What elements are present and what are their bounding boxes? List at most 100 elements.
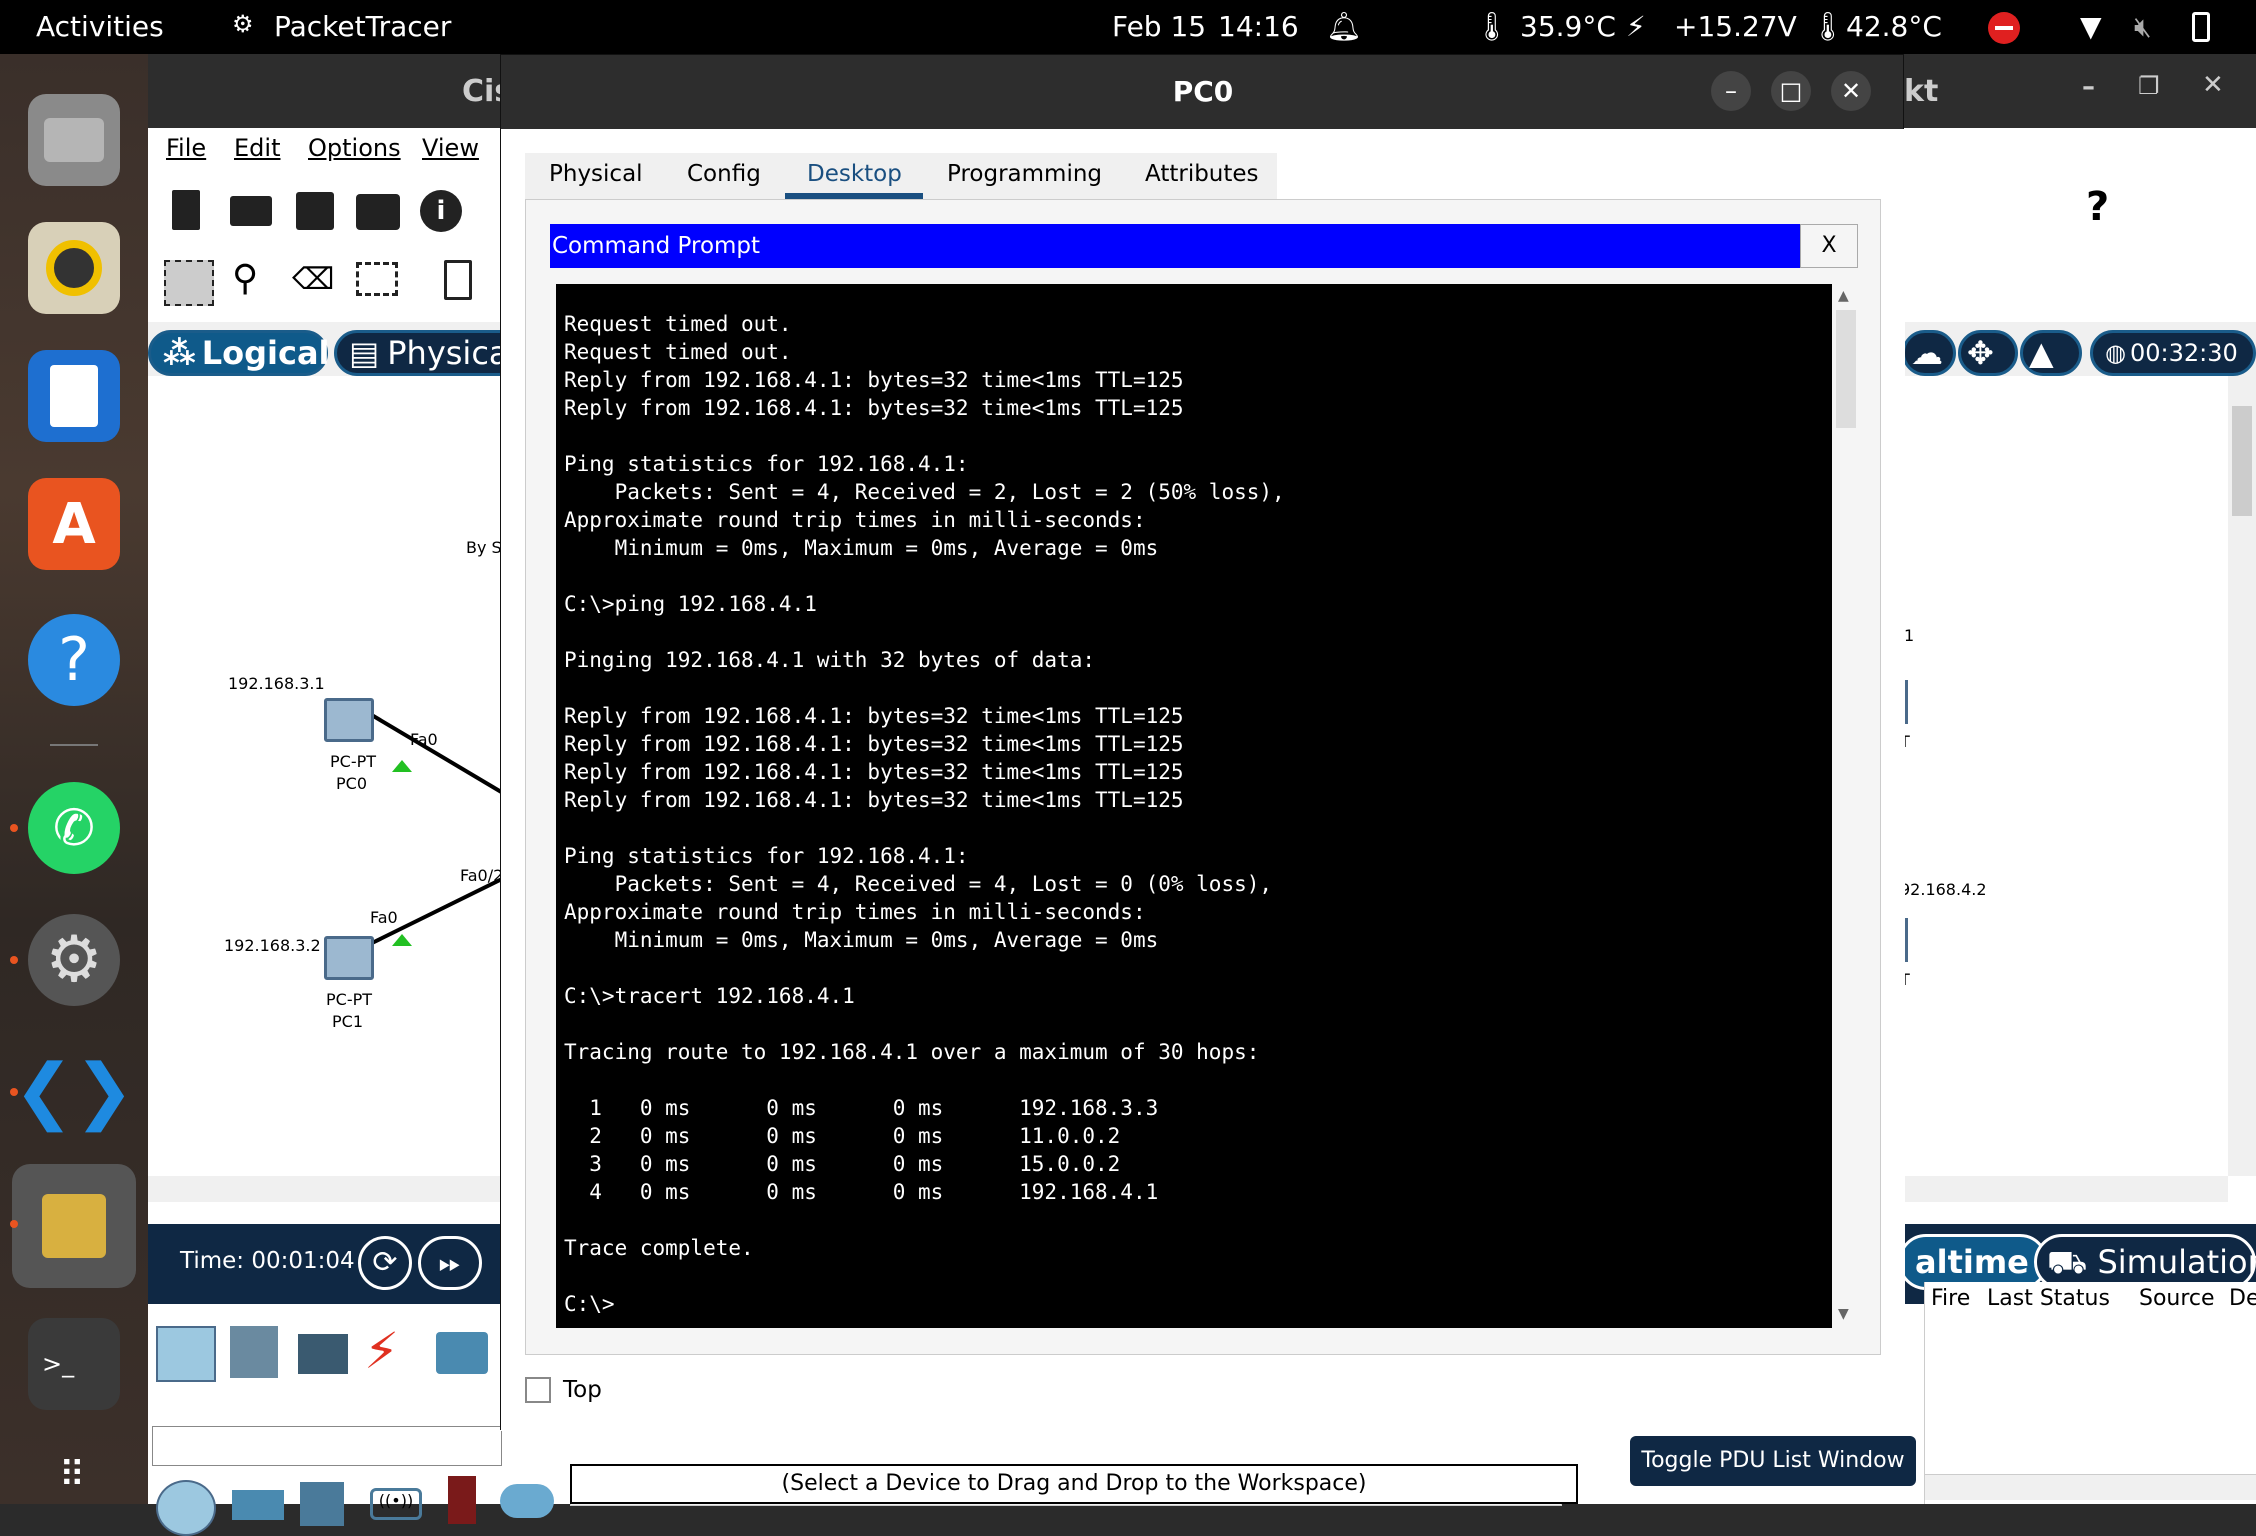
device-filter[interactable] bbox=[152, 1426, 502, 1466]
restore-icon[interactable]: ❐ bbox=[2138, 72, 2160, 100]
scroll-up-icon[interactable]: ▲ bbox=[1838, 288, 1849, 304]
app-grid-icon[interactable]: ⠿ bbox=[28, 1430, 120, 1522]
menu-options[interactable]: Options bbox=[308, 134, 401, 162]
tab-desktop[interactable]: Desktop bbox=[807, 161, 902, 187]
tab-physical[interactable]: Physical bbox=[549, 161, 643, 187]
search-icon[interactable]: ⚲ bbox=[232, 258, 258, 299]
workspace-vscrollbar[interactable] bbox=[2228, 376, 2256, 1176]
battery-icon[interactable] bbox=[2192, 12, 2210, 42]
move-icon[interactable]: ✥ bbox=[1958, 330, 2018, 376]
dock-separator bbox=[50, 744, 98, 746]
bell-icon[interactable]: 🔔︎ bbox=[1326, 10, 1362, 43]
link-up-indicator bbox=[392, 934, 412, 946]
activities-button[interactable]: Activities bbox=[36, 10, 164, 43]
toggle-pdu-button[interactable]: Toggle PDU List Window bbox=[1630, 1436, 1916, 1486]
viewport-clock[interactable]: ◍ 00:32:30 bbox=[2090, 330, 2256, 376]
pdu-col-last-status[interactable]: Last Status bbox=[1987, 1286, 2110, 1311]
scroll-thumb[interactable] bbox=[1836, 310, 1856, 428]
dialog-minimize-icon[interactable]: – bbox=[1711, 71, 1751, 111]
select-icon[interactable] bbox=[164, 260, 214, 306]
pdu-col-source[interactable]: Source bbox=[2139, 1286, 2215, 1311]
cloud-icon[interactable]: ☁ bbox=[1902, 330, 1956, 376]
power-cycle-icon[interactable]: ⟳ bbox=[358, 1236, 412, 1290]
wireless-icon[interactable]: ((•)) bbox=[370, 1488, 422, 1520]
command-prompt-close-button[interactable]: X bbox=[1800, 224, 1858, 268]
running-indicator bbox=[10, 956, 18, 964]
open-folder-icon[interactable] bbox=[230, 196, 272, 226]
security-icon[interactable] bbox=[448, 1476, 476, 1524]
vscroll-thumb[interactable] bbox=[2232, 406, 2252, 516]
dialog-tabs: Physical Config Desktop Programming Attr… bbox=[525, 153, 1277, 199]
stop-icon[interactable] bbox=[1988, 12, 2020, 44]
packettracer-icon[interactable] bbox=[12, 1164, 136, 1288]
tab-config[interactable]: Config bbox=[687, 161, 761, 187]
pdu-hscrollbar[interactable] bbox=[1925, 1474, 2256, 1500]
routers-icon[interactable] bbox=[156, 1480, 216, 1536]
menu-file[interactable]: File bbox=[166, 134, 206, 162]
delete-icon[interactable]: ⌫ bbox=[292, 262, 334, 297]
command-prompt-header: Command Prompt X bbox=[550, 224, 1858, 268]
top-checkbox[interactable]: Top bbox=[525, 1377, 602, 1403]
help-button[interactable]: ? bbox=[2086, 184, 2109, 230]
components-icon[interactable] bbox=[298, 1334, 348, 1374]
save-icon[interactable] bbox=[296, 192, 334, 230]
app-menu[interactable]: PacketTracer bbox=[274, 10, 451, 43]
logical-tab[interactable]: ⁂ Logical bbox=[148, 330, 330, 376]
print-icon[interactable] bbox=[356, 194, 400, 230]
logical-icon: ⁂ bbox=[163, 334, 196, 372]
software-icon[interactable]: A bbox=[28, 478, 120, 570]
pt-title-right: kt bbox=[1904, 74, 1939, 109]
note-icon[interactable] bbox=[444, 260, 472, 300]
date[interactable]: Feb 15 bbox=[1112, 10, 1206, 43]
whatsapp-icon[interactable]: ✆ bbox=[28, 782, 120, 874]
pdu-list: Fire Last Status Source De bbox=[1924, 1282, 2256, 1504]
pc0-type: PC-PT bbox=[330, 752, 377, 771]
top-checkbox-box[interactable] bbox=[525, 1377, 551, 1403]
help-icon[interactable]: ? bbox=[28, 614, 120, 706]
tab-attributes[interactable]: Attributes bbox=[1145, 161, 1259, 187]
switches-icon[interactable] bbox=[232, 1490, 284, 1520]
pdu-col-destination[interactable]: De bbox=[2229, 1286, 2256, 1311]
rhythmbox-icon[interactable] bbox=[28, 222, 120, 314]
pc1-port: Fa0 bbox=[370, 908, 398, 927]
pdu-col-fire[interactable]: Fire bbox=[1931, 1286, 1970, 1311]
dialog-maximize-icon[interactable]: □ bbox=[1771, 71, 1811, 111]
minimize-icon[interactable]: – bbox=[2082, 72, 2095, 102]
pc0-device-icon[interactable] bbox=[324, 698, 374, 742]
dialog-close-icon[interactable]: ✕ bbox=[1831, 71, 1871, 111]
menu-edit[interactable]: Edit bbox=[234, 134, 280, 162]
wifi-icon[interactable]: ▼ bbox=[2080, 10, 2102, 43]
pc1-device-icon[interactable] bbox=[324, 936, 374, 980]
pc0-ip: 192.168.3.1 bbox=[228, 674, 325, 693]
network-devices-icon[interactable] bbox=[156, 1326, 216, 1382]
temp2: 42.8°C bbox=[1846, 10, 1942, 43]
dock: A ? ✆ ⚙ ❮❯ >_ ⠿ bbox=[0, 54, 148, 1504]
terminal-scrollbar[interactable]: ▲ ▼ bbox=[1832, 284, 1860, 1328]
sim-time: Time: 00:01:04 bbox=[180, 1248, 355, 1274]
pc0-dialog: PC0 – □ ✕ Physical Config Desktop Progra… bbox=[500, 54, 1905, 1431]
tab-programming[interactable]: Programming bbox=[947, 161, 1102, 187]
close-icon[interactable]: ✕ bbox=[2202, 70, 2224, 100]
files-icon[interactable] bbox=[28, 94, 120, 186]
settings-icon[interactable]: ⚙ bbox=[28, 914, 120, 1006]
scroll-down-icon[interactable]: ▼ bbox=[1838, 1306, 1849, 1322]
fast-forward-icon[interactable]: ⏩︎ bbox=[418, 1236, 482, 1290]
writer-icon[interactable] bbox=[28, 350, 120, 442]
misc-icon[interactable] bbox=[436, 1332, 488, 1374]
resize-icon[interactable] bbox=[356, 262, 398, 296]
vscode-icon[interactable]: ❮❯ bbox=[14, 1044, 135, 1136]
terminal-output[interactable]: Request timed out. Request timed out. Re… bbox=[556, 284, 1832, 1328]
mute-icon[interactable]: 🔇︎ bbox=[2134, 10, 2152, 44]
wan-emulation-icon[interactable] bbox=[500, 1484, 554, 1518]
clock[interactable]: 14:16 bbox=[1218, 10, 1299, 43]
background-icon[interactable]: ▲ bbox=[2020, 330, 2082, 376]
connections-icon[interactable]: ⚡︎ bbox=[364, 1322, 399, 1380]
info-icon[interactable]: i bbox=[420, 190, 462, 232]
new-file-icon[interactable] bbox=[172, 190, 200, 230]
menu-view[interactable]: View bbox=[422, 134, 479, 162]
end-devices-icon[interactable] bbox=[230, 1326, 278, 1378]
thermometer-icon: 🌡︎ bbox=[1474, 10, 1510, 43]
terminal-icon[interactable]: >_ bbox=[28, 1318, 120, 1410]
thermometer-icon: 🌡︎ bbox=[1810, 10, 1846, 43]
hubs-icon[interactable] bbox=[300, 1482, 344, 1526]
